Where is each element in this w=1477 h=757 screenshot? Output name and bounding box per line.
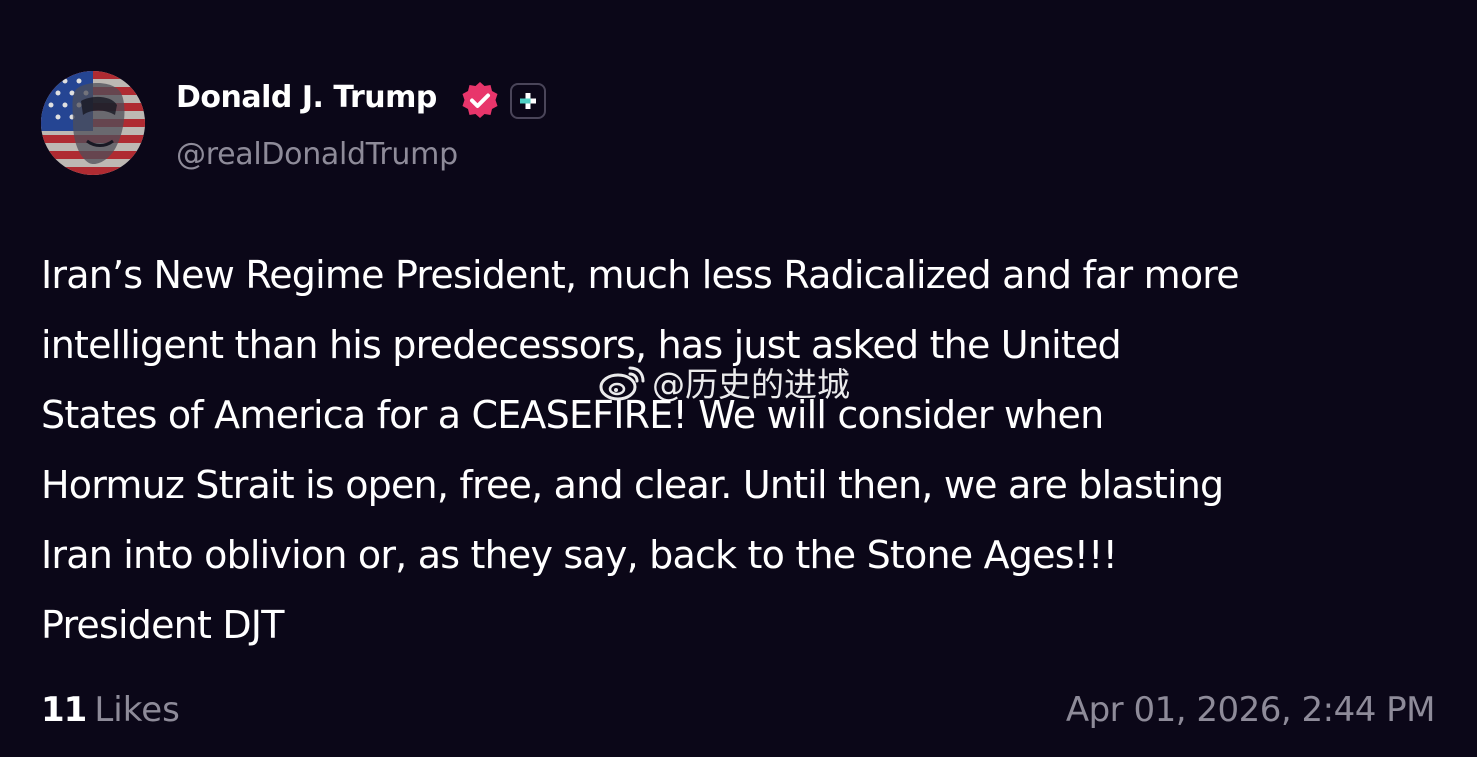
post-text-line: Iran into oblivion or, as they say, back… [41,533,1118,577]
post-text-line: President DJT [41,603,284,647]
avatar-flag-portrait [41,71,145,175]
author-handle[interactable]: @realDonaldTrump [176,135,458,175]
weibo-icon [599,366,645,401]
verified-badge-icon [459,80,501,122]
post-text-line: Iran’s New Regime President, much less R… [41,253,1240,297]
post-text-line: Hormuz Strait is open, free, and clear. … [41,463,1224,507]
plus-badge-icon [510,83,546,119]
truth-post-card: Donald J. Trump @realDonaldTrump Iran’s … [0,0,1477,757]
likes-label: Likes [94,690,180,730]
likes-counter[interactable]: 11 Likes [41,688,180,732]
watermark: @历史的进城 [598,360,850,404]
author-avatar[interactable] [41,71,145,175]
post-body: Iran’s New Regime President, much less R… [41,240,1441,660]
post-timestamp[interactable]: Apr 01, 2026, 2:44 PM [1066,688,1436,732]
author-display-name[interactable]: Donald J. Trump [176,78,437,118]
likes-count: 11 [41,690,87,730]
watermark-text: @历史的进城 [652,365,850,404]
